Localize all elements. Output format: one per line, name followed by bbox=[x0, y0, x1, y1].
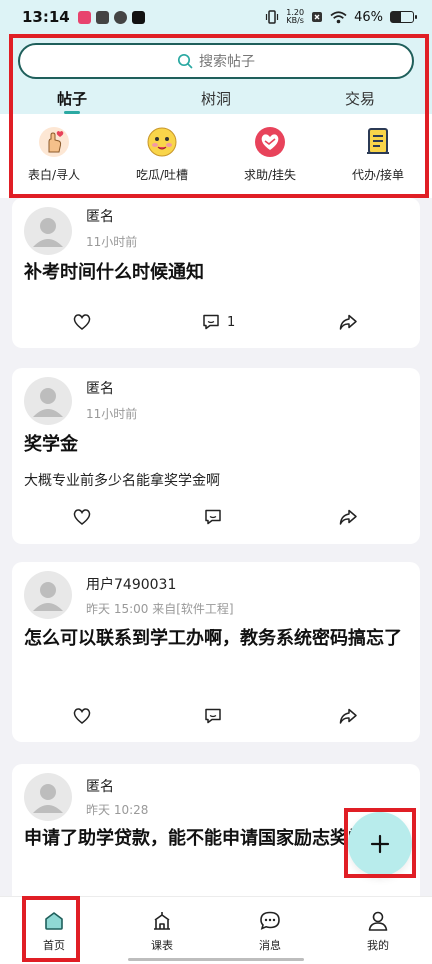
vibrate-icon bbox=[266, 10, 279, 24]
tab-bar: 帖子 树洞 交易 bbox=[0, 84, 432, 114]
avatar bbox=[24, 773, 72, 821]
post-meta: 11小时前 bbox=[86, 235, 138, 249]
profile-icon bbox=[368, 911, 388, 931]
search-placeholder: 搜索帖子 bbox=[199, 54, 255, 70]
battery-icon bbox=[390, 11, 417, 23]
header: 搜索帖子 帖子 树洞 交易 bbox=[0, 34, 432, 114]
post-author: 匿名 bbox=[86, 779, 114, 795]
status-bar: 13:14 1.20 KB/s 46% bbox=[0, 0, 432, 34]
heart-outline-icon bbox=[73, 708, 91, 724]
comment-icon bbox=[205, 509, 221, 525]
comment-icon bbox=[203, 314, 219, 330]
like-button[interactable] bbox=[72, 706, 92, 726]
notification-app-icon bbox=[113, 10, 127, 24]
post-meta: 昨天 15:00 来自[软件工程] bbox=[86, 602, 234, 616]
share-icon bbox=[339, 509, 357, 525]
emoji-face-icon bbox=[146, 126, 178, 158]
share-icon bbox=[339, 708, 357, 724]
home-icon bbox=[45, 912, 63, 930]
message-icon bbox=[260, 911, 280, 930]
post-author: 匿名 bbox=[86, 381, 114, 397]
comment-button[interactable] bbox=[203, 706, 223, 726]
nav-schedule[interactable]: 课表 bbox=[132, 909, 192, 953]
post-title: 补考时间什么时候通知 bbox=[24, 262, 204, 283]
heart-outline-icon bbox=[73, 509, 91, 525]
home-indicator bbox=[128, 958, 304, 961]
battery-percent: 46% bbox=[354, 9, 383, 25]
comment-button[interactable]: 1 bbox=[201, 312, 235, 332]
category-gossip[interactable]: 吃瓜/吐槽 bbox=[114, 126, 210, 183]
heart-hand-icon bbox=[38, 126, 70, 158]
post-author: 用户7490031 bbox=[86, 577, 177, 593]
wifi-icon bbox=[330, 10, 347, 23]
category-bar: 表白/寻人 吃瓜/吐槽 求助/挂失 代办/接单 bbox=[0, 114, 432, 198]
post-author: 匿名 bbox=[86, 209, 114, 225]
battery-level-fill bbox=[391, 12, 402, 22]
notification-app-icon bbox=[77, 10, 91, 24]
category-confession[interactable]: 表白/寻人 bbox=[6, 126, 102, 183]
tiktok-icon bbox=[131, 10, 145, 24]
avatar bbox=[24, 571, 72, 619]
status-time: 13:14 bbox=[22, 8, 70, 26]
share-icon bbox=[339, 314, 357, 330]
avatar bbox=[24, 207, 72, 255]
like-button[interactable] bbox=[72, 507, 92, 527]
heart-outline-icon bbox=[73, 314, 91, 330]
nav-home[interactable]: 首页 bbox=[24, 909, 84, 953]
schedule-icon bbox=[154, 912, 170, 930]
document-icon bbox=[362, 126, 394, 158]
post-meta: 11小时前 bbox=[86, 407, 138, 421]
no-sim-icon bbox=[312, 12, 323, 22]
handshake-heart-icon bbox=[254, 126, 286, 158]
nav-profile[interactable]: 我的 bbox=[348, 909, 408, 953]
comment-icon bbox=[205, 708, 221, 724]
tab-trade[interactable]: 交易 bbox=[345, 88, 375, 109]
category-help[interactable]: 求助/挂失 bbox=[222, 126, 318, 183]
post-card[interactable]: 匿名 11小时前 补考时间什么时候通知 1 bbox=[12, 198, 420, 348]
share-button[interactable] bbox=[338, 706, 358, 726]
bottom-nav: 首页 课表 消息 我的 bbox=[0, 896, 432, 964]
post-title: 奖学金 bbox=[24, 434, 78, 455]
post-meta: 昨天 10:28 bbox=[86, 803, 149, 817]
like-button[interactable] bbox=[72, 312, 92, 332]
search-icon bbox=[177, 53, 193, 69]
post-card[interactable]: 匿名 11小时前 奖学金 大概专业前多少名能拿奖学金啊 bbox=[12, 368, 420, 544]
notification-app-icon bbox=[95, 10, 109, 24]
post-feed[interactable]: 匿名 11小时前 补考时间什么时候通知 1 匿名 11小时前 奖学金 大概专业前… bbox=[0, 198, 432, 896]
post-card[interactable]: 用户7490031 昨天 15:00 来自[软件工程] 怎么可以联系到学工办啊，… bbox=[12, 562, 420, 742]
post-body: 大概专业前多少名能拿奖学金啊 bbox=[24, 473, 220, 489]
create-post-button[interactable] bbox=[348, 812, 412, 876]
search-input[interactable]: 搜索帖子 bbox=[18, 43, 414, 79]
tab-treehole[interactable]: 树洞 bbox=[201, 88, 231, 109]
post-title: 怎么可以联系到学工办啊，教务系统密码搞忘了 bbox=[24, 628, 402, 649]
share-button[interactable] bbox=[338, 312, 358, 332]
comment-button[interactable] bbox=[203, 507, 223, 527]
app-screen: 13:14 1.20 KB/s 46% 搜索帖子 帖子 树洞 交易 表白/寻人 … bbox=[0, 0, 432, 964]
nav-messages[interactable]: 消息 bbox=[240, 909, 300, 953]
network-speed: 1.20 KB/s bbox=[286, 8, 305, 25]
plus-icon bbox=[370, 834, 390, 854]
share-button[interactable] bbox=[338, 507, 358, 527]
comment-count: 1 bbox=[227, 314, 236, 330]
status-indicators: 1.20 KB/s 46% bbox=[265, 8, 417, 25]
tab-posts[interactable]: 帖子 bbox=[57, 88, 87, 114]
avatar bbox=[24, 377, 72, 425]
category-errands[interactable]: 代办/接单 bbox=[330, 126, 426, 183]
